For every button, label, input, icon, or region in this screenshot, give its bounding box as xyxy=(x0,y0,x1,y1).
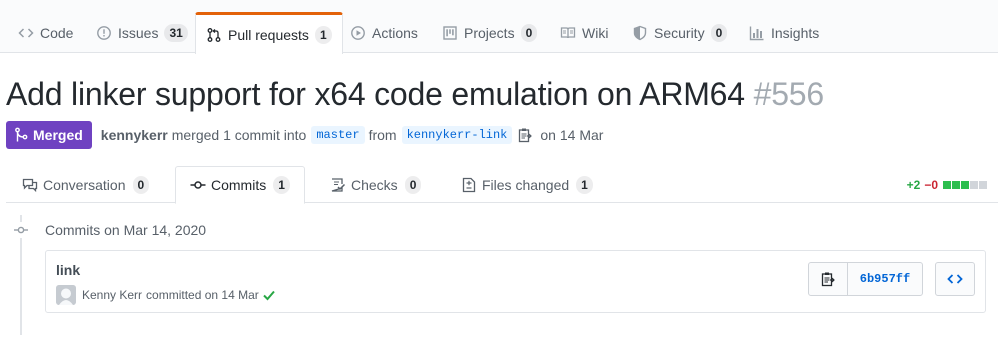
clippy-icon[interactable] xyxy=(518,127,533,143)
additions-count: +2 xyxy=(906,178,921,192)
counter-badge: 0 xyxy=(132,175,150,194)
counter-badge: 0 xyxy=(404,175,422,194)
git-commit-icon xyxy=(190,177,206,193)
commit-sha-link[interactable]: 6b957ff xyxy=(848,263,922,295)
commit-sha-group: 6b957ff xyxy=(808,262,923,296)
commit-meta: Kenny Kerr committed on 14 Mar xyxy=(56,285,275,305)
tab-label: Issues xyxy=(118,24,159,41)
counter-badge: 0 xyxy=(710,23,728,42)
clippy-icon xyxy=(820,271,836,287)
git-commit-icon xyxy=(13,222,29,238)
tab-label: Checks xyxy=(351,176,398,193)
tab-security[interactable]: Security 0 xyxy=(632,12,728,53)
diffstat-blocks xyxy=(942,181,987,189)
tab-label: Code xyxy=(40,24,74,41)
counter-badge: 0 xyxy=(520,23,538,42)
browse-repo-button[interactable] xyxy=(935,262,975,296)
play-icon xyxy=(350,25,366,41)
git-pull-request-icon xyxy=(206,27,222,43)
shield-icon xyxy=(632,25,648,41)
tab-label: Wiki xyxy=(582,24,609,41)
copy-sha-button[interactable] xyxy=(809,263,848,295)
diffstat-block xyxy=(979,181,987,189)
tab-label: Commits xyxy=(211,177,267,193)
tab-label: Actions xyxy=(372,24,418,41)
diffstat-block xyxy=(970,181,978,189)
tab-projects[interactable]: Projects 0 xyxy=(442,12,538,53)
commit-message[interactable]: link xyxy=(56,262,80,278)
diffstat: +2 −0 xyxy=(907,178,987,192)
code-icon xyxy=(947,271,963,287)
state-label: Merged xyxy=(33,127,83,143)
tab-insights[interactable]: Insights xyxy=(749,12,819,53)
graph-icon xyxy=(749,25,765,41)
tab-conversation[interactable]: Conversation 0 xyxy=(22,166,150,203)
counter-badge: 31 xyxy=(164,23,188,42)
tab-wiki[interactable]: Wiki xyxy=(560,12,608,53)
pr-meta: Merged kennykerr merged 1 commit into ma… xyxy=(6,121,603,149)
tab-label: Security xyxy=(654,24,705,41)
pr-tabs: Conversation 0 Commits 1 Checks 0 Files … xyxy=(0,166,998,204)
check-icon[interactable] xyxy=(263,288,275,302)
tab-actions[interactable]: Actions xyxy=(350,12,418,53)
tab-label: Files changed xyxy=(482,176,570,193)
checklist-icon xyxy=(330,177,346,193)
merged-text: merged 1 commit into xyxy=(171,127,307,143)
tab-issues[interactable]: Issues 31 xyxy=(96,12,188,53)
tab-code[interactable]: Code xyxy=(18,12,73,53)
code-icon xyxy=(18,25,34,41)
book-icon xyxy=(560,25,576,41)
base-branch[interactable]: master xyxy=(311,126,365,144)
counter-badge: 1 xyxy=(576,175,593,194)
comment-discussion-icon xyxy=(22,177,38,193)
file-diff-icon xyxy=(461,177,477,193)
commits-date-heading: Commits on Mar 14, 2020 xyxy=(45,222,207,238)
tab-label: Conversation xyxy=(43,176,126,193)
tab-label: Projects xyxy=(464,24,515,41)
diffstat-block xyxy=(961,181,969,189)
committed-text: committed on 14 Mar xyxy=(146,288,259,302)
issue-opened-icon xyxy=(96,25,112,41)
author-link[interactable]: kennykerr xyxy=(101,127,168,143)
commit-author[interactable]: Kenny Kerr xyxy=(82,288,142,302)
commit-item: link Kenny Kerr committed on 14 Mar 6b95… xyxy=(45,250,986,313)
project-icon xyxy=(442,25,458,41)
tab-commits[interactable]: Commits 1 xyxy=(175,166,305,204)
pr-number: #556 xyxy=(753,76,825,112)
tab-label: Insights xyxy=(771,24,820,41)
tab-checks[interactable]: Checks 0 xyxy=(330,166,422,203)
pr-title-text: Add linker support for x64 code emulatio… xyxy=(6,76,745,112)
counter-badge: 1 xyxy=(314,25,332,44)
state-badge: Merged xyxy=(6,121,92,149)
repo-nav: Code Issues 31 Pull requests 1 Actions P… xyxy=(0,0,998,54)
deletions-count: −0 xyxy=(924,178,938,192)
pr-title: Add linker support for x64 code emulatio… xyxy=(6,76,824,113)
diffstat-block xyxy=(952,181,960,189)
git-merge-icon xyxy=(13,127,29,143)
counter-badge: 1 xyxy=(273,176,290,194)
from-text: from xyxy=(368,127,397,143)
tab-label: Pull requests xyxy=(228,26,309,43)
tab-files-changed[interactable]: Files changed 1 xyxy=(461,166,593,203)
head-branch[interactable]: kennykerr-link xyxy=(401,126,513,144)
tab-pull-requests[interactable]: Pull requests 1 xyxy=(195,12,343,54)
merge-date: on 14 Mar xyxy=(540,127,604,143)
avatar[interactable] xyxy=(56,285,76,305)
diffstat-block xyxy=(943,181,951,189)
